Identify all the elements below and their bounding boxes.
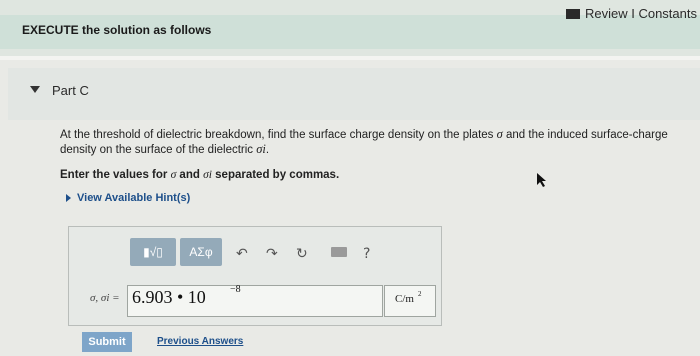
part-c-header[interactable]: [8, 68, 700, 120]
templates-button[interactable]: ▮√▯: [130, 238, 176, 266]
question-text-part: At the threshold of dielectric breakdown…: [60, 129, 497, 141]
review-constants-link[interactable]: Review I Constants: [566, 6, 697, 21]
answer-exponent: −8: [230, 284, 241, 295]
question-text-part: .: [265, 144, 270, 156]
unit-exponent: 2: [418, 290, 422, 298]
answer-value: 6.903 • 10: [132, 287, 206, 307]
math-toolbar: ▮√▯ ΑΣφ: [130, 238, 222, 266]
instruction-part: and: [176, 169, 204, 181]
instruction-text: Enter the values for σ and σi separated …: [60, 169, 339, 181]
view-hints-label: View Available Hint(s): [77, 192, 191, 204]
help-icon[interactable]: ?: [363, 246, 370, 262]
unit-label: C/m: [395, 293, 414, 305]
divider: [0, 56, 700, 60]
greek-symbols-button[interactable]: ΑΣφ: [180, 238, 222, 266]
sigma-i-symbol: σi: [203, 169, 212, 181]
answer-variable-label: σ, σi =: [90, 292, 120, 304]
instruction-part: Enter the values for: [60, 169, 171, 181]
view-hints-link[interactable]: View Available Hint(s): [66, 192, 190, 204]
question-text: At the threshold of dielectric breakdown…: [60, 127, 670, 157]
previous-answers-link[interactable]: Previous Answers: [157, 336, 243, 347]
keyboard-icon[interactable]: [331, 247, 347, 257]
part-c-title: Part C: [52, 83, 89, 98]
expand-triangle-icon: [66, 194, 71, 202]
reset-icon[interactable]: ↻: [296, 246, 308, 262]
review-constants-label: Review I Constants: [585, 6, 697, 21]
collapse-arrow-icon[interactable]: [30, 86, 40, 93]
execute-heading: EXECUTE the solution as follows: [22, 23, 212, 37]
sigma-i-symbol: σi: [256, 142, 266, 156]
book-icon: [566, 8, 580, 19]
submit-button[interactable]: Submit: [82, 332, 132, 352]
undo-icon[interactable]: ↶: [236, 246, 248, 262]
redo-icon[interactable]: ↷: [266, 246, 278, 262]
instruction-part: separated by commas.: [211, 169, 340, 181]
mouse-cursor-icon: [537, 173, 546, 187]
